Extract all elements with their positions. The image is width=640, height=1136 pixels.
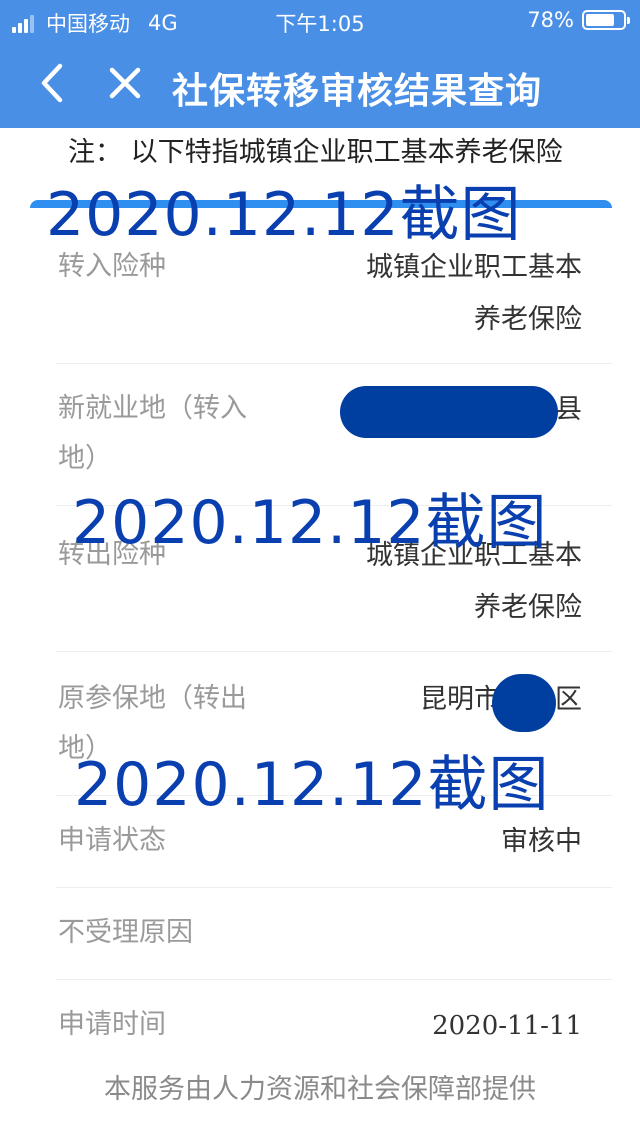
row-label-line: 原参保地（转出: [58, 683, 247, 714]
redaction-mark: [340, 386, 558, 438]
battery-percent: 78%: [527, 8, 574, 32]
note-label: 注： 以下特指城镇企业职工基本养老保险: [68, 137, 563, 164]
back-button[interactable]: [30, 58, 80, 108]
row-label: 申请状态: [58, 825, 166, 856]
row-value-prefix: 昆明市: [420, 684, 501, 715]
row-label: 新就业地（转入 地）: [58, 384, 288, 484]
close-button[interactable]: [100, 58, 150, 108]
row-label: 申请时间: [58, 1009, 166, 1040]
note-text: 注： 以下特指城镇企业职工基本养老保险: [0, 128, 640, 164]
page-title: 社保转移审核结果查询: [172, 71, 543, 112]
battery-cap: [627, 17, 630, 24]
row-value: 审核中: [501, 826, 582, 857]
watermark-text: 2020.12.12截图: [74, 750, 550, 820]
row-label-line: 新就业地（转入: [58, 393, 247, 424]
watermark-text: 2020.12.12截图: [72, 488, 548, 558]
info-row-rejection-reason: 不受理原因: [56, 888, 612, 980]
footer-text: 本服务由人力资源和社会保障部提供: [104, 1074, 536, 1105]
close-icon: [109, 67, 141, 99]
navigation-bar: 社保转移审核结果查询: [0, 40, 640, 128]
redaction-mark: [492, 674, 556, 732]
chevron-left-icon: [41, 63, 63, 103]
row-value: 2020-11-11: [432, 1011, 582, 1041]
row-value: 城镇企业职工基本 养老保险: [322, 242, 582, 346]
battery-fill: [586, 14, 614, 26]
status-right: 78%: [527, 8, 630, 32]
result-card: 转入险种 城镇企业职工基本 养老保险 新就业地（转入 地） 县 转出险种 城镇企…: [30, 200, 612, 1046]
battery-icon: [582, 10, 630, 30]
row-value-suffix: 区: [555, 684, 582, 715]
info-row-application-time: 申请时间 2020-11-11: [56, 980, 612, 1046]
row-value-line: 养老保险: [474, 304, 582, 335]
status-bar: 中国移动 4G 下午1:05 78%: [0, 0, 640, 40]
row-label: 不受理原因: [58, 917, 193, 948]
watermark-text: 2020.12.12截图: [46, 180, 522, 250]
app-header: 中国移动 4G 下午1:05 78% 社保转移审核结果查询: [0, 0, 640, 128]
row-value-line: 养老保险: [474, 592, 582, 623]
